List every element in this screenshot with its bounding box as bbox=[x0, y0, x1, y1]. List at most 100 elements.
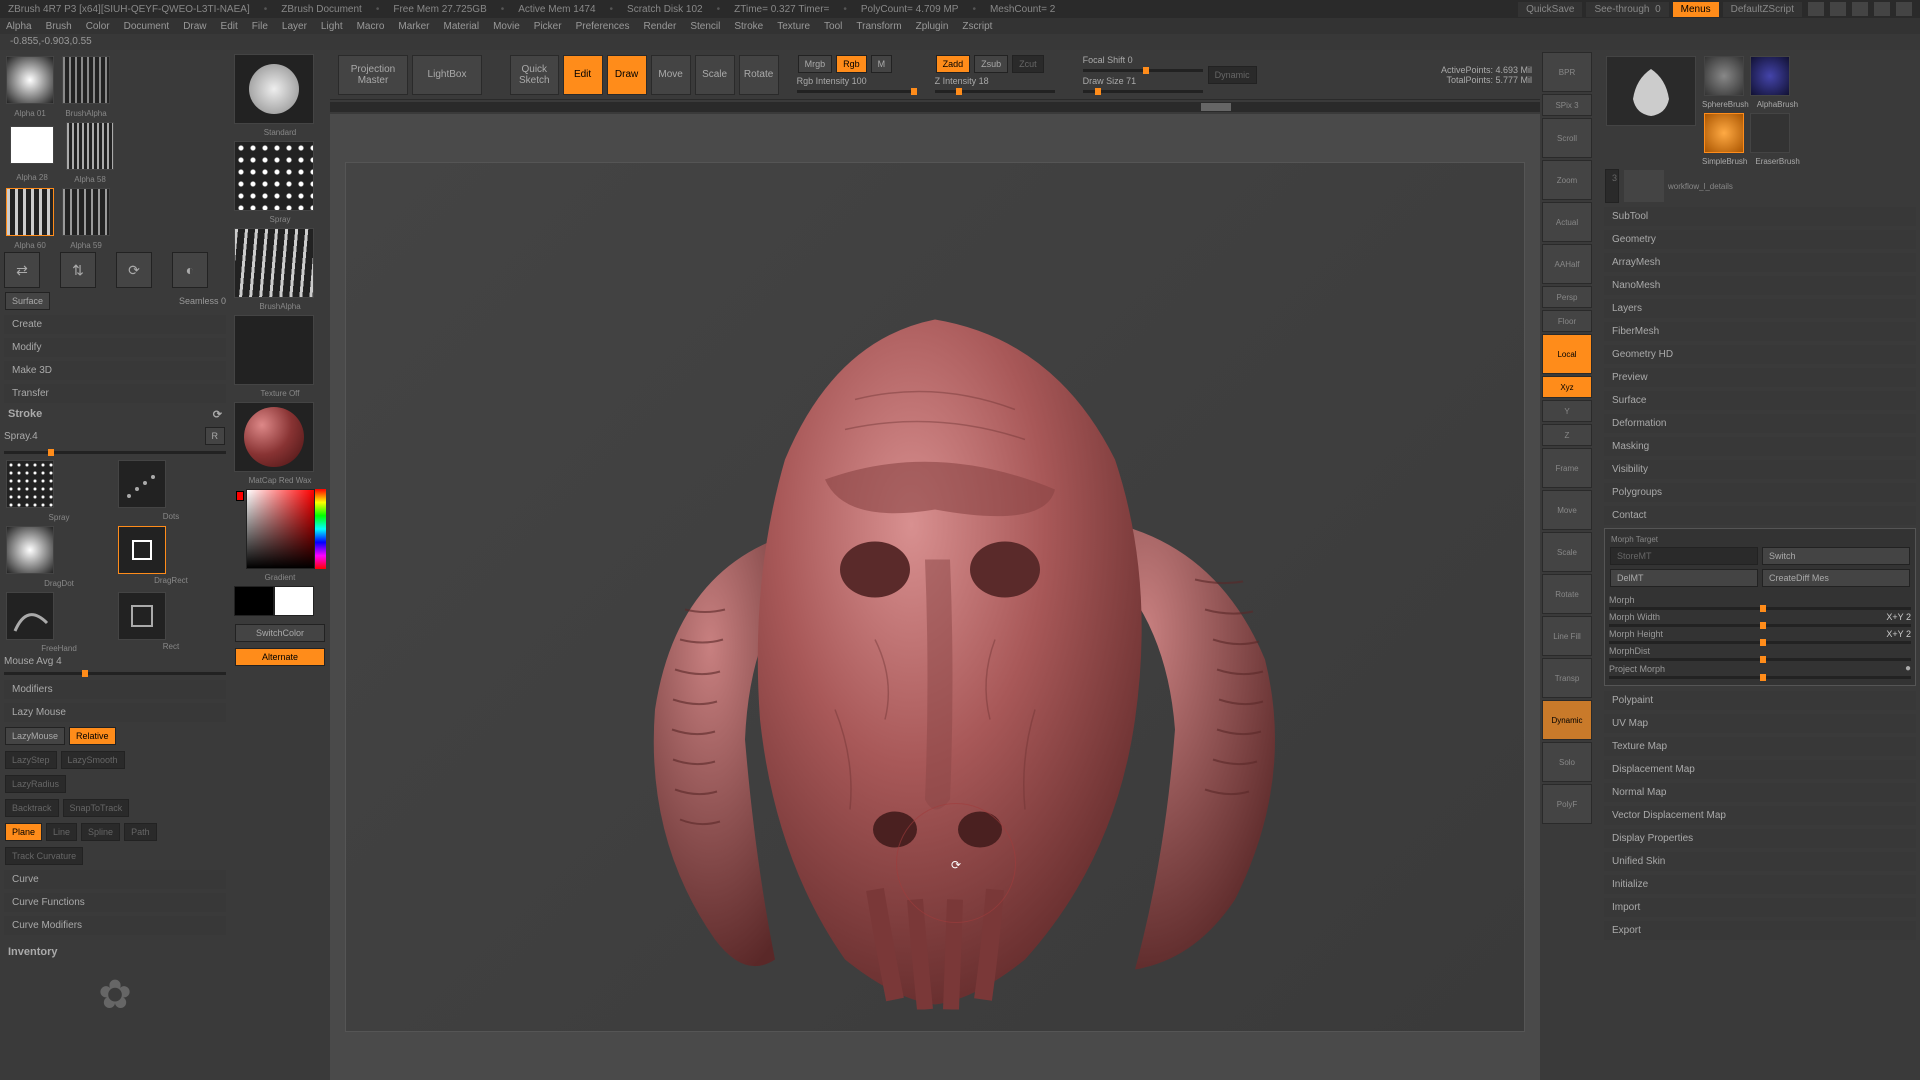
m-button[interactable]: M bbox=[871, 55, 893, 73]
menu-edit[interactable]: Edit bbox=[221, 21, 238, 32]
stroke-rect-thumb[interactable] bbox=[118, 592, 166, 640]
initialize-section[interactable]: Initialize bbox=[1604, 875, 1916, 894]
polypaint-section[interactable]: Polypaint bbox=[1604, 691, 1916, 710]
export-section[interactable]: Export bbox=[1604, 921, 1916, 940]
nav-move-button[interactable]: Move bbox=[1542, 490, 1592, 530]
arraymesh-section[interactable]: ArrayMesh bbox=[1604, 253, 1916, 272]
persp-button[interactable]: Persp bbox=[1542, 286, 1592, 308]
stroke-dots-thumb[interactable] bbox=[118, 460, 166, 508]
contact-section[interactable]: Contact bbox=[1604, 506, 1916, 525]
alpha-58-thumb[interactable] bbox=[66, 122, 114, 170]
defaultscript-button[interactable]: DefaultZScript bbox=[1723, 2, 1802, 17]
menu-draw[interactable]: Draw bbox=[183, 21, 206, 32]
normalmap-section[interactable]: Normal Map bbox=[1604, 783, 1916, 802]
xyz-button[interactable]: Xyz bbox=[1542, 376, 1592, 398]
menu-file[interactable]: File bbox=[252, 21, 268, 32]
menu-preferences[interactable]: Preferences bbox=[576, 21, 630, 32]
stroke-freehand-thumb[interactable] bbox=[6, 592, 54, 640]
rgb-intensity-label[interactable]: Rgb Intensity 100 bbox=[797, 76, 917, 86]
geometry-section[interactable]: Geometry bbox=[1604, 230, 1916, 249]
hue-slider[interactable] bbox=[315, 489, 326, 569]
aahalf-button[interactable]: AAHalf bbox=[1542, 244, 1592, 284]
vectordisp-section[interactable]: Vector Displacement Map bbox=[1604, 806, 1916, 825]
visibility-section[interactable]: Visibility bbox=[1604, 460, 1916, 479]
menu-material[interactable]: Material bbox=[444, 21, 480, 32]
tool-workflow-thumb[interactable] bbox=[1606, 56, 1696, 126]
y-axis-button[interactable]: Y bbox=[1542, 400, 1592, 422]
creatediff-button[interactable]: CreateDiff Mes bbox=[1762, 569, 1910, 587]
spline-button[interactable]: Spline bbox=[81, 823, 120, 841]
morph-label[interactable]: Morph bbox=[1609, 595, 1911, 605]
menu-layer[interactable]: Layer bbox=[282, 21, 307, 32]
alpha-01-thumb[interactable] bbox=[6, 56, 54, 104]
transp-button[interactable]: Transp bbox=[1542, 658, 1592, 698]
layers-section[interactable]: Layers bbox=[1604, 299, 1916, 318]
scale-button[interactable]: Scale bbox=[695, 55, 735, 95]
preview-section[interactable]: Preview bbox=[1604, 368, 1916, 387]
menu-macro[interactable]: Macro bbox=[357, 21, 385, 32]
zoom-button[interactable]: Zoom bbox=[1542, 160, 1592, 200]
menu-zplugin[interactable]: Zplugin bbox=[916, 21, 949, 32]
rotate-button[interactable]: ⟳ bbox=[116, 252, 152, 288]
mrgb-button[interactable]: Mrgb bbox=[798, 55, 833, 73]
fibermesh-section[interactable]: FiberMesh bbox=[1604, 322, 1916, 341]
r-button[interactable]: R bbox=[205, 427, 226, 445]
masking-section[interactable]: Masking bbox=[1604, 437, 1916, 456]
zsub-button[interactable]: Zsub bbox=[974, 55, 1008, 73]
stroke-header[interactable]: Stroke bbox=[8, 408, 42, 421]
curvefunc-section[interactable]: Curve Functions bbox=[4, 893, 226, 912]
displayprops-section[interactable]: Display Properties bbox=[1604, 829, 1916, 848]
edit-button[interactable]: Edit bbox=[563, 55, 603, 95]
invert-button[interactable]: ◐ bbox=[172, 252, 208, 288]
delmt-button[interactable]: DelMT bbox=[1610, 569, 1758, 587]
dot-icon[interactable]: ● bbox=[1905, 663, 1911, 674]
alpha-28-thumb[interactable] bbox=[10, 126, 54, 164]
morphdist-label[interactable]: MorphDist bbox=[1609, 646, 1911, 656]
lazysmooth-button[interactable]: LazySmooth bbox=[61, 751, 125, 769]
displacementmap-section[interactable]: Displacement Map bbox=[1604, 760, 1916, 779]
lazyradius-button[interactable]: LazyRadius bbox=[5, 775, 66, 793]
menu-stencil[interactable]: Stencil bbox=[690, 21, 720, 32]
floor-button[interactable]: Floor bbox=[1542, 310, 1592, 332]
morphtarget-header[interactable]: Morph Target bbox=[1609, 533, 1911, 546]
inventory-header[interactable]: Inventory bbox=[8, 946, 58, 958]
make3d-section[interactable]: Make 3D bbox=[4, 361, 226, 380]
dynamic-button[interactable]: Dynamic bbox=[1208, 66, 1257, 84]
stroke-dragdot-thumb[interactable] bbox=[6, 526, 54, 574]
surface-button[interactable]: Surface bbox=[5, 292, 50, 310]
deformation-section[interactable]: Deformation bbox=[1604, 414, 1916, 433]
lazystep-button[interactable]: LazyStep bbox=[5, 751, 57, 769]
polyf-button[interactable]: PolyF bbox=[1542, 784, 1592, 824]
alphabrush-thumb[interactable] bbox=[1750, 56, 1790, 96]
menu-tool[interactable]: Tool bbox=[824, 21, 842, 32]
color-mark-icon[interactable] bbox=[236, 491, 244, 501]
menu-marker[interactable]: Marker bbox=[398, 21, 429, 32]
flip-v-button[interactable]: ⇅ bbox=[60, 252, 96, 288]
nav-rotate-button[interactable]: Rotate bbox=[1542, 574, 1592, 614]
polygroups-section[interactable]: Polygroups bbox=[1604, 483, 1916, 502]
window-max-icon[interactable] bbox=[1830, 2, 1846, 16]
z-intensity-label[interactable]: Z Intensity 18 bbox=[935, 76, 1055, 86]
solo-button[interactable]: Solo bbox=[1542, 742, 1592, 782]
frame-button[interactable]: Frame bbox=[1542, 448, 1592, 488]
scroll-button[interactable]: Scroll bbox=[1542, 118, 1592, 158]
color-picker[interactable] bbox=[246, 489, 315, 569]
linefill-button[interactable]: Line Fill bbox=[1542, 616, 1592, 656]
nav-dynamic-button[interactable]: Dynamic bbox=[1542, 700, 1592, 740]
storemt-button[interactable]: StoreMT bbox=[1610, 547, 1758, 565]
modifiers-section[interactable]: Modifiers bbox=[4, 680, 226, 699]
stroke-spray-big-thumb[interactable] bbox=[234, 141, 314, 211]
menu-stroke[interactable]: Stroke bbox=[734, 21, 763, 32]
curvemod-section[interactable]: Curve Modifiers bbox=[4, 916, 226, 935]
menu-alpha[interactable]: Alpha bbox=[6, 21, 32, 32]
local-button[interactable]: Local bbox=[1542, 334, 1592, 374]
switchcolor-button[interactable]: SwitchColor bbox=[235, 624, 325, 642]
actual-button[interactable]: Actual bbox=[1542, 202, 1592, 242]
projection-master-button[interactable]: Projection Master bbox=[338, 55, 408, 95]
menu-texture[interactable]: Texture bbox=[777, 21, 810, 32]
focal-shift-label[interactable]: Focal Shift 0 bbox=[1083, 55, 1203, 65]
line-button[interactable]: Line bbox=[46, 823, 77, 841]
alpha-big-thumb[interactable] bbox=[234, 228, 314, 298]
menu-document[interactable]: Document bbox=[124, 21, 170, 32]
window-help-icon[interactable] bbox=[1874, 2, 1890, 16]
